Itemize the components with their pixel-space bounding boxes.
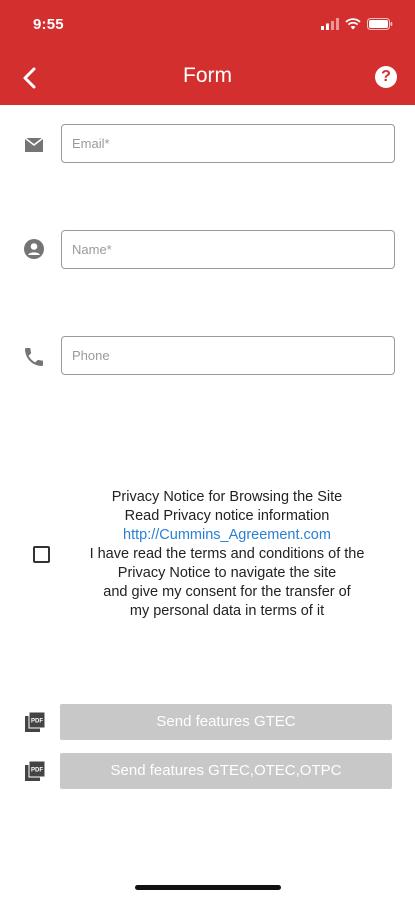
status-icons: [321, 16, 393, 32]
pdf-icon: PDF: [25, 711, 46, 732]
send-features-gtec-button[interactable]: Send features GTEC: [60, 704, 392, 740]
privacy-consent-text-1: I have read the terms and conditions of …: [89, 546, 365, 562]
privacy-notice: Privacy Notice for Browsing the Site Rea…: [64, 488, 390, 621]
home-indicator[interactable]: [135, 885, 281, 890]
phone-field[interactable]: [61, 336, 395, 375]
privacy-notice-read: Read Privacy notice information: [124, 508, 330, 524]
send-features-all-button[interactable]: Send features GTEC,OTEC,OTPC: [60, 753, 392, 789]
battery-icon: [367, 18, 393, 30]
pdf-icon-label: PDF: [31, 719, 43, 725]
wifi-icon: [345, 18, 361, 30]
email-field[interactable]: [61, 124, 395, 163]
privacy-consent-text-2: Privacy Notice to navigate the site: [117, 565, 337, 581]
mail-icon: [24, 137, 44, 152]
app-header: 9:55 Form ?: [0, 0, 415, 105]
phone-icon: [25, 348, 43, 366]
help-button[interactable]: ?: [375, 66, 397, 88]
privacy-consent-checkbox[interactable]: [33, 546, 50, 563]
privacy-notice-title: Privacy Notice for Browsing the Site: [111, 489, 343, 505]
privacy-consent-text-4: my personal data in terms of it: [129, 603, 325, 619]
signal-icon: [321, 18, 339, 30]
page-title: Form: [183, 64, 232, 87]
pdf-icon: PDF: [25, 760, 46, 781]
privacy-consent-text-3: and give my consent for the transfer of: [103, 584, 351, 600]
privacy-agreement-link[interactable]: http://Cummins_Agreement.com: [64, 526, 390, 545]
pdf-icon-label: PDF: [31, 768, 43, 774]
status-time: 9:55: [33, 16, 64, 33]
name-field[interactable]: [61, 230, 395, 269]
person-icon: [24, 239, 44, 259]
